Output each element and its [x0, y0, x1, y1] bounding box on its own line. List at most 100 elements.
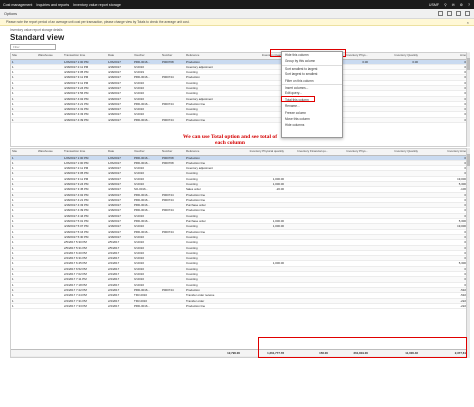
- table-cell: 2/4/2017: [108, 303, 120, 308]
- table-cell: 4/18/2017: [108, 229, 121, 234]
- table-cell: 4/18/2017: [108, 187, 121, 192]
- table-cell: PRD-0016...: [134, 192, 150, 197]
- column-header[interactable]: Reference: [185, 149, 241, 155]
- refresh-icon[interactable]: [447, 11, 452, 16]
- table-cell: 2/5/2017 5:30 PM: [64, 240, 87, 245]
- attach-icon[interactable]: [438, 11, 443, 16]
- column-header[interactable]: Number: [161, 53, 185, 59]
- table-cell: Inventory adjustment: [186, 96, 213, 101]
- table-cell: [161, 97, 185, 101]
- annotation-text: We can use Total option and see total of…: [130, 134, 330, 147]
- nav-crumb-2[interactable]: Inventory value report storage: [73, 3, 121, 7]
- table-cell: 4/18/2017 3:24 PM: [64, 85, 89, 90]
- table-cell: [161, 256, 185, 260]
- table-cell: P000744: [162, 208, 174, 213]
- table-cell: [285, 203, 329, 207]
- table-cell: 2/4/2017 6:31 PM: [64, 256, 87, 261]
- table-cell: [329, 182, 369, 186]
- column-header[interactable]: Inventory Quantity: [369, 53, 419, 59]
- close-icon[interactable]: ×: [467, 20, 469, 25]
- table-cell: 4/18/2017 2:11 PM: [64, 64, 89, 69]
- column-header[interactable]: Inventory Phys...: [329, 149, 369, 155]
- column-header[interactable]: Transaction time: [63, 53, 107, 59]
- column-header[interactable]: Number: [161, 149, 185, 155]
- open-new-window-icon[interactable]: [456, 11, 461, 16]
- table-cell: Counting: [186, 266, 198, 271]
- table-cell: 1: [12, 70, 14, 75]
- table-cell: [37, 235, 63, 239]
- table-cell: P000744: [162, 287, 174, 292]
- column-header[interactable]: Voucher: [133, 53, 161, 59]
- table-cell: [37, 214, 63, 218]
- total-value: 12,790.00: [227, 351, 240, 355]
- table-cell: [161, 277, 185, 281]
- bottom-grid-scrollbar[interactable]: [466, 148, 470, 358]
- table-cell: 0.00: [419, 277, 471, 281]
- table-row[interactable]: 1 2/4/2017 7:33 PM 2/4/2017 PRD-0016... Prod…: [11, 303, 470, 310]
- table-cell: 4/18/2017 4:21 PM: [64, 197, 89, 202]
- table-cell: [329, 299, 369, 303]
- column-header[interactable]: Inventory Physical quantity: [241, 149, 285, 155]
- table-cell: [369, 219, 419, 223]
- scrollbar-thumb[interactable]: [467, 58, 470, 70]
- table-cell: 2/4/2017 7:11 PM: [64, 277, 87, 282]
- table-cell: 4/18/2017: [108, 166, 121, 171]
- column-header[interactable]: Voucher: [133, 149, 161, 155]
- table-cell: 1/26/2017: [108, 59, 121, 64]
- bell-icon[interactable]: ✉: [452, 3, 455, 7]
- table-cell: [161, 293, 185, 297]
- column-header[interactable]: Date: [107, 53, 133, 59]
- message-bar: Please note the report period of an aver…: [0, 19, 474, 26]
- page-title[interactable]: Standard view: [10, 33, 64, 42]
- table-cell: [37, 283, 63, 287]
- column-header[interactable]: Transaction time: [63, 149, 107, 155]
- column-header[interactable]: Warehouse: [37, 53, 63, 59]
- column-header[interactable]: Site: [11, 53, 37, 59]
- search-icon[interactable]: ⚲: [444, 3, 447, 7]
- table-cell: 4/18/2017 3:05 PM: [64, 171, 89, 176]
- help-icon[interactable]: ?: [468, 3, 470, 7]
- table-cell: Counting: [186, 107, 198, 112]
- nav-crumb-0[interactable]: Cost management: [3, 3, 32, 7]
- table-cell: 4/18/2017 2:11 PM: [64, 166, 89, 171]
- table-row[interactable]: 1 4/18/2017 4:39 PM 4/18/2017 PRD-0016... P0…: [11, 117, 470, 124]
- table-cell: 0.00: [419, 97, 471, 101]
- top-grid-scrollbar[interactable]: [466, 52, 470, 147]
- column-header[interactable]: Inventory Financial qu...: [285, 149, 329, 155]
- column-header[interactable]: Site: [11, 149, 37, 155]
- table-cell: [369, 208, 419, 212]
- column-header[interactable]: Inventory Quantity: [369, 149, 419, 155]
- table-cell: 4/18/2017: [108, 171, 121, 176]
- filter-input[interactable]: Filter: [10, 44, 56, 50]
- table-cell: [37, 182, 63, 186]
- close-icon[interactable]: [465, 11, 470, 16]
- table-cell: 0.00: [419, 171, 471, 175]
- table-cell: [241, 251, 285, 255]
- nav-crumb-1[interactable]: Inquiries and reports: [36, 3, 69, 7]
- column-header[interactable]: Date: [107, 149, 133, 155]
- table-cell: [369, 187, 419, 191]
- scrollbar-thumb[interactable]: [467, 154, 470, 166]
- table-cell: [285, 240, 329, 244]
- column-header[interactable]: Amount: [419, 53, 471, 59]
- column-header[interactable]: Warehouse: [37, 149, 63, 155]
- company-picker[interactable]: USMF: [429, 3, 439, 7]
- table-cell: [369, 230, 419, 234]
- table-cell: [369, 86, 419, 90]
- column-header[interactable]: Inventory Amou...: [419, 149, 471, 155]
- table-cell: 1: [12, 96, 14, 101]
- action-pane: Options: [0, 9, 474, 19]
- gear-icon[interactable]: ⚙: [460, 3, 463, 7]
- menu-item[interactable]: Hide columns: [282, 122, 342, 128]
- options-button[interactable]: Options: [4, 12, 17, 16]
- table-cell: PRD-0016...: [134, 203, 150, 208]
- column-header[interactable]: Reference: [185, 53, 241, 59]
- table-cell: 0.00: [419, 65, 471, 69]
- table-cell: [329, 272, 369, 276]
- table-cell: Counting: [186, 250, 198, 255]
- table-cell: IV-0016: [134, 224, 144, 229]
- table-cell: 1/26/2017 1:00 PM: [64, 155, 89, 160]
- table-cell: [369, 177, 419, 181]
- table-cell: 0.00: [419, 91, 471, 95]
- table-cell: 2/4/2017: [108, 287, 120, 292]
